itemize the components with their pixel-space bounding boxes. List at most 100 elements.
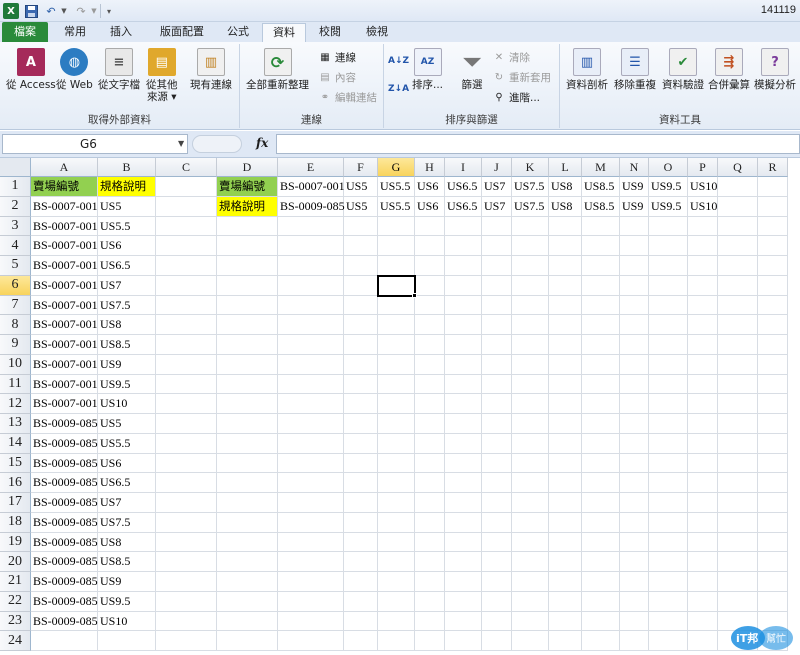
cell[interactable] <box>758 315 788 335</box>
cell[interactable] <box>156 177 217 197</box>
cell[interactable] <box>758 414 788 434</box>
cell[interactable] <box>415 433 445 454</box>
cell[interactable] <box>620 473 649 493</box>
cell[interactable] <box>217 295 278 316</box>
cell[interactable] <box>278 394 344 414</box>
cell[interactable] <box>278 473 344 493</box>
cell-a16[interactable]: BS-0009-085 <box>31 473 98 493</box>
cell[interactable] <box>512 354 549 375</box>
cell[interactable] <box>278 216 344 237</box>
cell[interactable] <box>512 493 549 513</box>
formula-input[interactable] <box>276 134 800 154</box>
cell[interactable] <box>378 256 415 276</box>
cell[interactable] <box>156 493 217 513</box>
cell-a20[interactable]: BS-0009-085 <box>31 552 98 572</box>
cell[interactable] <box>582 295 620 316</box>
customize-qat-icon[interactable]: ▾ <box>104 3 114 19</box>
cell[interactable] <box>482 216 512 237</box>
row-header-19[interactable]: 19 <box>0 532 31 553</box>
cell[interactable] <box>549 572 582 592</box>
cell[interactable] <box>445 335 482 355</box>
cell[interactable] <box>649 256 688 276</box>
cell[interactable] <box>549 631 582 651</box>
cell[interactable] <box>445 354 482 375</box>
cell[interactable] <box>512 512 549 533</box>
cell[interactable] <box>156 236 217 256</box>
cell-a21[interactable]: BS-0009-085 <box>31 572 98 592</box>
cell[interactable] <box>217 591 278 612</box>
cell-row1-d[interactable]: 賣場編號 <box>217 177 278 197</box>
edit-links-button[interactable]: ⚭ 編輯連結 <box>318 90 377 105</box>
cell[interactable] <box>278 414 344 434</box>
cell[interactable] <box>549 552 582 572</box>
cell[interactable] <box>582 354 620 375</box>
cell[interactable] <box>482 374 512 395</box>
cell[interactable] <box>688 354 718 375</box>
cell[interactable] <box>156 354 217 375</box>
cell[interactable] <box>156 611 217 632</box>
cell[interactable] <box>549 414 582 434</box>
cell[interactable] <box>415 591 445 612</box>
cell[interactable] <box>378 473 415 493</box>
row-header-14[interactable]: 14 <box>0 433 31 454</box>
cell-b11[interactable]: US9.5 <box>98 374 156 395</box>
cell[interactable] <box>649 394 688 414</box>
cell[interactable] <box>156 256 217 276</box>
cell-row2-m[interactable]: US8.5 <box>582 196 620 217</box>
cell[interactable] <box>512 453 549 474</box>
cell[interactable] <box>620 631 649 651</box>
redo-dropdown-icon[interactable]: ▼ <box>90 3 98 19</box>
cell[interactable] <box>344 631 378 651</box>
cell[interactable] <box>582 335 620 355</box>
cell[interactable] <box>156 196 217 217</box>
cell-a10[interactable]: BS-0007-001 <box>31 354 98 375</box>
cell[interactable] <box>758 572 788 592</box>
cell[interactable] <box>482 354 512 375</box>
cell[interactable] <box>445 433 482 454</box>
reapply-button[interactable]: ↻ 重新套用 <box>492 70 551 85</box>
cell[interactable] <box>718 433 758 454</box>
cell[interactable] <box>415 631 445 651</box>
cell[interactable] <box>512 552 549 572</box>
cell[interactable] <box>415 295 445 316</box>
cell[interactable] <box>758 177 788 197</box>
cell[interactable] <box>649 591 688 612</box>
cell[interactable] <box>549 433 582 454</box>
cell[interactable] <box>718 216 758 237</box>
cell[interactable] <box>620 216 649 237</box>
cell[interactable] <box>718 493 758 513</box>
cell[interactable] <box>344 591 378 612</box>
cell[interactable] <box>688 572 718 592</box>
cell[interactable] <box>482 552 512 572</box>
column-header-b[interactable]: B <box>98 158 156 177</box>
cell-b13[interactable]: US5 <box>98 414 156 434</box>
cell[interactable] <box>156 552 217 572</box>
cell[interactable] <box>512 473 549 493</box>
cell[interactable] <box>378 335 415 355</box>
column-header-g[interactable]: G <box>378 158 415 177</box>
cell-a18[interactable]: BS-0009-085 <box>31 512 98 533</box>
cell[interactable] <box>512 611 549 632</box>
cell[interactable] <box>217 414 278 434</box>
cell[interactable] <box>688 256 718 276</box>
cell[interactable] <box>649 275 688 296</box>
cell[interactable] <box>278 256 344 276</box>
cell[interactable] <box>512 572 549 592</box>
cell-row1-k[interactable]: US7.5 <box>512 177 549 197</box>
cell[interactable] <box>445 473 482 493</box>
sort-z-to-a-icon[interactable]: Z↓A <box>388 84 409 94</box>
cell[interactable] <box>649 335 688 355</box>
cell[interactable] <box>344 315 378 335</box>
cell[interactable] <box>217 236 278 256</box>
cell[interactable] <box>758 512 788 533</box>
cell[interactable] <box>718 315 758 335</box>
cell[interactable] <box>620 572 649 592</box>
cell[interactable] <box>415 275 445 296</box>
cell[interactable] <box>482 532 512 553</box>
cell-row2-f[interactable]: US5 <box>344 196 378 217</box>
cell[interactable] <box>688 512 718 533</box>
cell[interactable] <box>620 315 649 335</box>
cell-row1-o[interactable]: US9.5 <box>649 177 688 197</box>
sort-a-to-z-icon[interactable]: A↓Z <box>388 56 409 66</box>
cell-b20[interactable]: US8.5 <box>98 552 156 572</box>
